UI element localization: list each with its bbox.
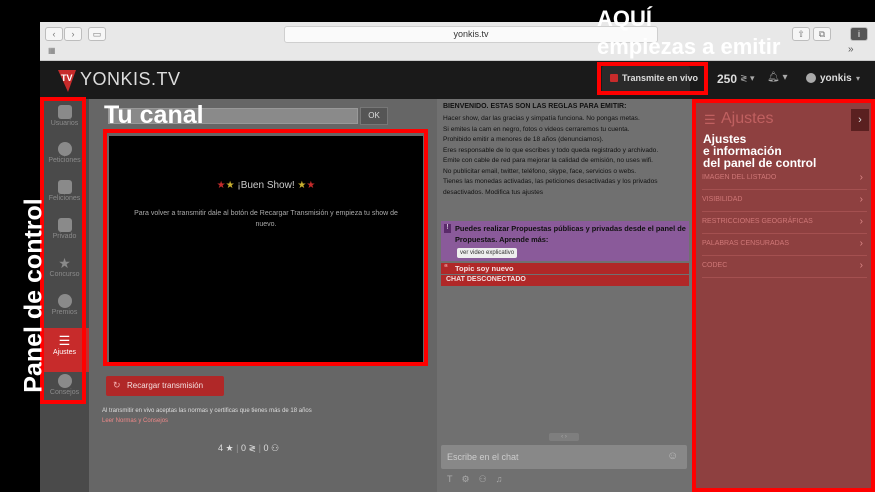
rules-heading: BIENVENIDO. ESTAS SON LAS REGLAS PARA EM… — [443, 103, 627, 110]
video-explainer-link[interactable]: ver video explicativo — [457, 248, 518, 258]
highlight-transmit — [597, 62, 708, 95]
star-icon: ★ — [225, 443, 234, 453]
rule-line: Prohibido emitir a menores de 18 años (d… — [443, 136, 604, 143]
site-header: TV YONKIS.TV Transmite en vivo 250 ≷ ▾ 🔔… — [40, 61, 875, 99]
rule-line: Emite con cable de red para mejorar la c… — [443, 157, 654, 164]
avatar-icon[interactable] — [806, 73, 816, 83]
terms-link[interactable]: Leer Normas y Consejos — [102, 418, 168, 424]
rule-line: Tienes las monedas activadas, las petici… — [443, 178, 658, 196]
annotation-settings: Ajustes e información del panel de contr… — [703, 133, 816, 169]
quote-icon: “ — [444, 263, 448, 272]
svg-text:TV: TV — [61, 73, 73, 83]
username[interactable]: yonkis — [820, 73, 852, 84]
coins-icon: ≷ ▾ — [740, 73, 755, 83]
chevron-down-icon[interactable]: ▾ — [856, 74, 860, 83]
ok-button[interactable]: OK — [360, 107, 388, 125]
coins-icon: ≷ — [248, 443, 257, 453]
chat-input[interactable]: Escribe en el chat ☺ — [441, 445, 687, 469]
chat-status-bar: CHAT DESCONECTADO — [441, 275, 689, 286]
topic-text: Topic soy nuevo — [455, 264, 514, 273]
gear-icon[interactable]: ⚙ — [462, 474, 479, 484]
notifications-icon[interactable]: 🔔︎ ▾ — [767, 72, 788, 83]
reload-button[interactable]: ↻ Recargar transmisión — [106, 376, 224, 396]
annotation-emit: AQUÍ empiezas a emitir — [597, 5, 780, 61]
favorites-grid-icon[interactable]: ▦ — [48, 46, 56, 55]
users-icon: ⚇ — [270, 443, 280, 453]
annotation-emit-line: empiezas a emitir — [597, 34, 781, 59]
chat-status: CHAT DESCONECTADO — [446, 276, 526, 283]
site-logo[interactable]: YONKIS.TV — [80, 69, 181, 90]
chat-tools: T⚙⚇♫ — [447, 474, 511, 485]
annotation-channel: Tu canal — [104, 101, 204, 129]
highlight-channel — [103, 129, 428, 366]
emoji-icon[interactable]: ☺ — [667, 450, 678, 462]
stat-coins-count: 0 — [240, 443, 246, 453]
info-icon[interactable]: i — [850, 27, 868, 41]
stat-users-count: 0 — [263, 443, 269, 453]
users-icon[interactable]: ⚇ — [479, 474, 496, 484]
coin-count[interactable]: 250 — [717, 72, 737, 86]
reload-icon: ↻ — [113, 380, 121, 390]
forward-icon[interactable]: › — [64, 27, 82, 41]
tabs-icon[interactable]: ⧉ — [813, 27, 831, 41]
rule-line: Si emites la cam en negro, fotos o video… — [443, 125, 630, 133]
stats-bar: 4 ★ | 0 ≷ | 0 ⚇ — [218, 443, 280, 453]
annotation-settings-line: del panel de control — [703, 156, 817, 170]
annotation-left-panel: Panel de control — [19, 198, 48, 393]
annotation-emit-line: AQUÍ — [597, 6, 652, 31]
info-icon: ! — [444, 224, 451, 233]
sidebar-toggle-icon[interactable]: ▭ — [88, 27, 106, 41]
logo-mark-icon: TV — [54, 66, 80, 94]
proposals-banner: ! Puedes realizar Propuestas públicas y … — [441, 221, 689, 261]
rule-line: Eres responsable de lo que escribes y to… — [443, 146, 659, 154]
chat-placeholder: Escribe en el chat — [447, 452, 519, 462]
chat-panel: BIENVENIDO. ESTAS SON LAS REGLAS PARA EM… — [437, 99, 692, 492]
rule-line: No publicitar email, twitter, teléfono, … — [443, 167, 637, 175]
topic-bar: “ Topic soy nuevo — [441, 263, 689, 274]
rule-line: Hacer show, dar las gracias y simpatía f… — [443, 115, 640, 122]
share-icon[interactable]: ⇧ — [792, 27, 810, 41]
proposals-text: Puedes realizar Propuestas públicas y pr… — [455, 224, 686, 244]
stat-stars-count: 4 — [218, 443, 224, 453]
rules-list: Hacer show, dar las gracias y simpatía f… — [443, 114, 687, 198]
back-icon[interactable]: ‹ — [45, 27, 63, 41]
music-icon[interactable]: ♫ — [496, 474, 512, 484]
reload-label: Recargar transmisión — [127, 381, 204, 390]
terms-text: Al transmitir en vivo aceptas las normas… — [102, 408, 312, 414]
font-size-icon[interactable]: T — [447, 474, 462, 484]
overflow-icon[interactable]: » — [848, 44, 854, 55]
resize-handle[interactable]: ‹ › — [549, 433, 579, 441]
